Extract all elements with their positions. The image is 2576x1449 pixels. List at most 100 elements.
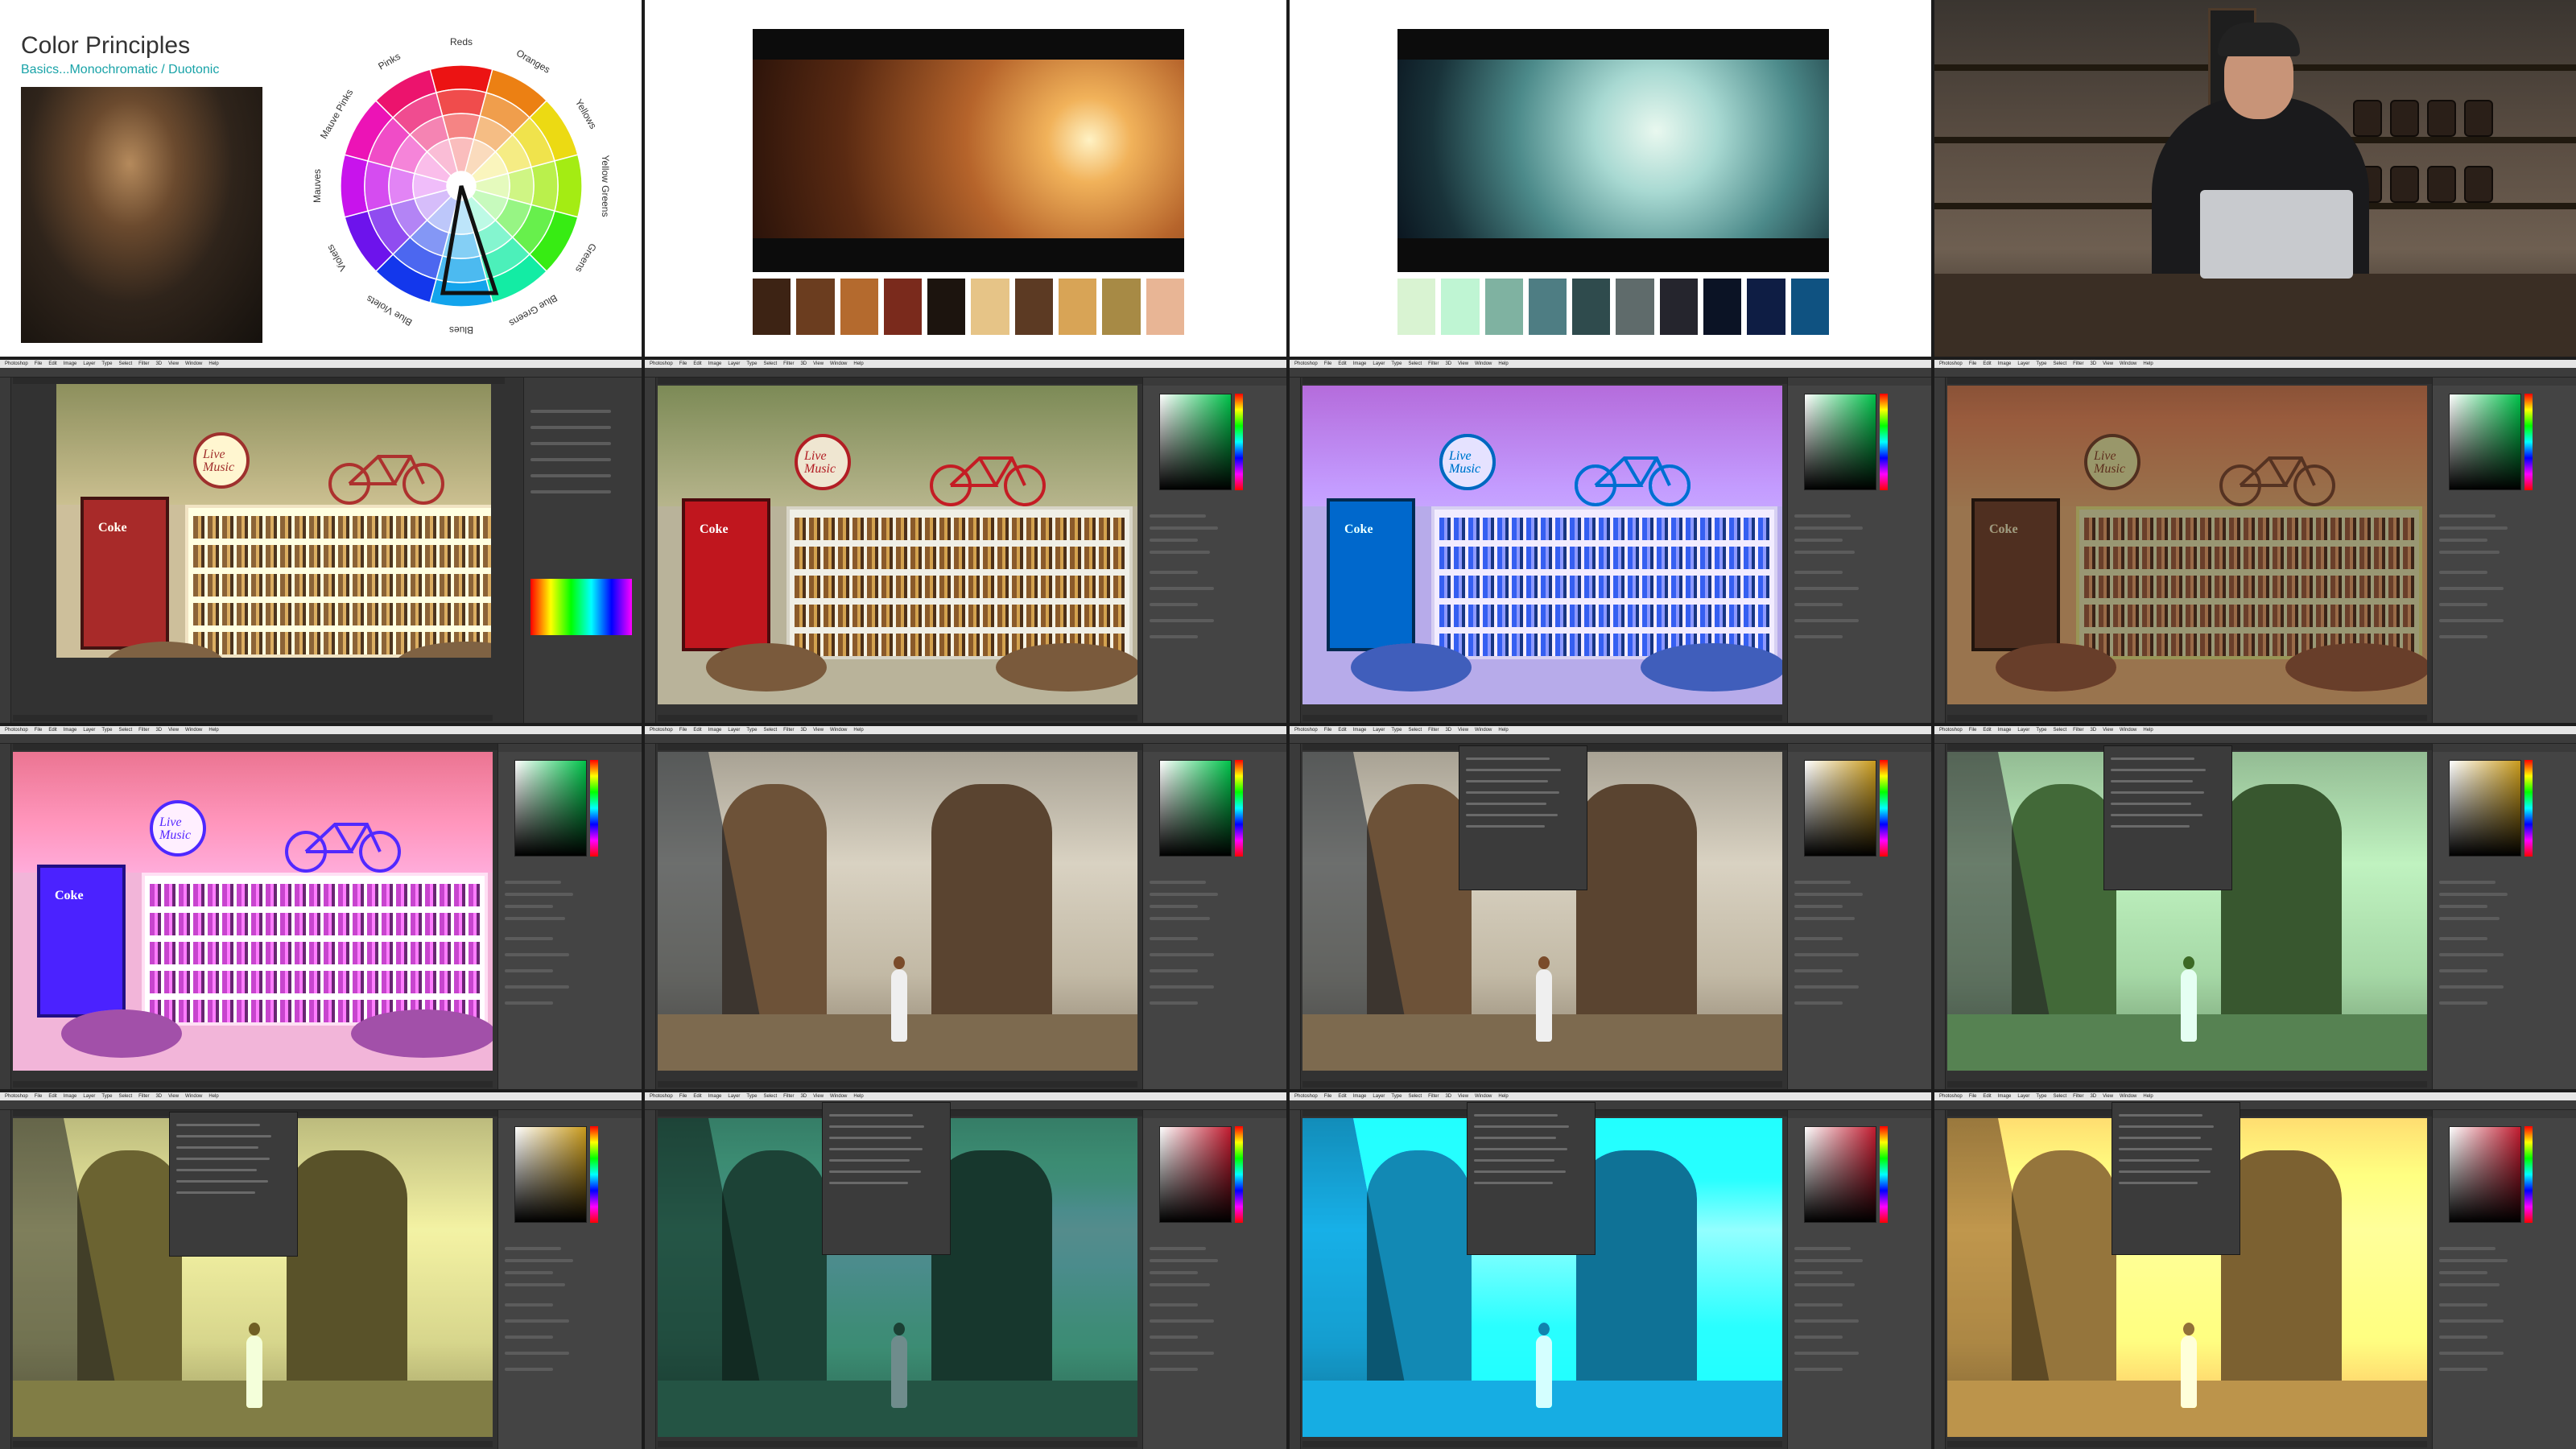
menu-item[interactable]: Select [1408,1094,1422,1099]
menu-item[interactable]: Select [763,728,777,733]
hsl-color-panel[interactable] [530,579,632,635]
hue-slider[interactable] [1880,394,1888,490]
tools-panel[interactable] [1934,378,1946,723]
menu-item[interactable]: Filter [2073,728,2083,733]
menu-item[interactable]: 3D [1445,361,1451,366]
document-canvas[interactable]: Live Music Coke [658,386,1137,704]
menu-item[interactable]: Help [2143,728,2153,733]
hue-slider[interactable] [590,1126,598,1223]
menu-item[interactable]: File [1969,361,1977,366]
menu-item[interactable]: Filter [2073,361,2083,366]
menu-item[interactable]: Type [2036,361,2046,366]
color-picker-field[interactable] [1159,1126,1232,1223]
menu-item[interactable]: Image [64,1094,77,1099]
menu-item[interactable]: Filter [1428,361,1439,366]
menu-item[interactable]: Photoshop [5,728,28,733]
hue-slider[interactable] [1880,1126,1888,1223]
menu-item[interactable]: Image [1353,728,1367,733]
tools-panel[interactable] [1290,378,1301,723]
menu-item[interactable]: Select [118,1094,132,1099]
hue-slider[interactable] [2524,394,2533,490]
menu-item[interactable]: Type [1391,1094,1402,1099]
menu-item[interactable]: Select [763,1094,777,1099]
tools-panel[interactable] [645,1110,656,1449]
menu-item[interactable]: 3D [2090,361,2096,366]
hue-slider[interactable] [1880,760,1888,857]
menu-item[interactable]: Window [185,1094,202,1099]
menu-item[interactable]: File [1324,361,1332,366]
menu-item[interactable]: Layer [728,1094,740,1099]
menu-item[interactable]: Layer [1373,728,1385,733]
menu-item[interactable]: File [1324,1094,1332,1099]
tools-panel[interactable] [1934,744,1946,1089]
menu-item[interactable]: Window [185,361,202,366]
menu-item[interactable]: Window [2120,361,2136,366]
menu-item[interactable]: View [813,361,824,366]
menu-item[interactable]: Photoshop [1294,361,1318,366]
menu-item[interactable]: Help [208,361,218,366]
menu-item[interactable]: Layer [728,361,740,366]
menu-item[interactable]: File [1969,1094,1977,1099]
tools-panel[interactable] [1934,1110,1946,1449]
menu-item[interactable]: Layer [2017,1094,2029,1099]
menu-item[interactable]: Filter [1428,1094,1439,1099]
menu-item[interactable]: 3D [155,361,162,366]
menu-item[interactable]: Layer [83,361,95,366]
document-tabs[interactable] [1947,378,2439,384]
color-picker-field[interactable] [1804,760,1876,857]
menu-item[interactable]: Image [64,728,77,733]
document-tabs[interactable] [1302,378,1794,384]
menu-item[interactable]: Image [1353,1094,1367,1099]
menu-item[interactable]: Window [2120,1094,2136,1099]
document-tabs[interactable] [658,378,1150,384]
menu-item[interactable]: Select [2053,361,2066,366]
tools-panel[interactable] [645,378,656,723]
menu-item[interactable]: Type [746,728,757,733]
color-picker-field[interactable] [1159,394,1232,490]
properties-dialog[interactable] [169,1112,298,1257]
menu-item[interactable]: File [1324,728,1332,733]
document-tabs[interactable] [658,744,1150,750]
menu-item[interactable]: Photoshop [1939,1094,1963,1099]
menu-item[interactable]: Help [208,728,218,733]
tools-panel[interactable] [0,744,11,1089]
menu-item[interactable]: Layer [1373,361,1385,366]
menu-item[interactable]: View [2103,1094,2113,1099]
menu-item[interactable]: 3D [800,728,807,733]
menu-item[interactable]: View [1458,728,1468,733]
menu-item[interactable]: File [679,1094,687,1099]
menu-item[interactable]: Edit [693,361,701,366]
menu-item[interactable]: View [813,1094,824,1099]
menu-item[interactable]: Help [2143,1094,2153,1099]
hue-slider[interactable] [590,760,598,857]
menu-item[interactable]: Edit [693,1094,701,1099]
document-tabs[interactable] [13,378,505,384]
menu-item[interactable]: Help [1498,361,1508,366]
color-picker-field[interactable] [1804,1126,1876,1223]
menu-item[interactable]: Edit [1983,1094,1991,1099]
menu-item[interactable]: Edit [1983,361,1991,366]
menu-item[interactable]: File [1969,728,1977,733]
menu-item[interactable]: 3D [2090,1094,2096,1099]
menu-item[interactable]: Window [1475,728,1492,733]
menu-item[interactable]: Filter [138,728,149,733]
document-canvas[interactable]: Live Music Coke [1947,386,2427,704]
menu-item[interactable]: Edit [1338,1094,1346,1099]
menu-item[interactable]: Photoshop [650,728,673,733]
menu-item[interactable]: Edit [48,361,56,366]
document-canvas[interactable] [658,752,1137,1071]
menu-item[interactable]: Filter [138,361,149,366]
hue-slider[interactable] [1235,394,1243,490]
menu-item[interactable]: Window [830,1094,847,1099]
menu-item[interactable]: Photoshop [1294,1094,1318,1099]
menu-item[interactable]: Edit [48,728,56,733]
menu-item[interactable]: 3D [800,361,807,366]
menu-item[interactable]: Type [101,728,112,733]
color-picker-field[interactable] [1159,760,1232,857]
menu-item[interactable]: View [168,1094,179,1099]
menu-item[interactable]: Layer [1373,1094,1385,1099]
menu-item[interactable]: Select [118,728,132,733]
color-picker-field[interactable] [2449,394,2521,490]
menu-item[interactable]: File [679,361,687,366]
menu-item[interactable]: Edit [1338,728,1346,733]
